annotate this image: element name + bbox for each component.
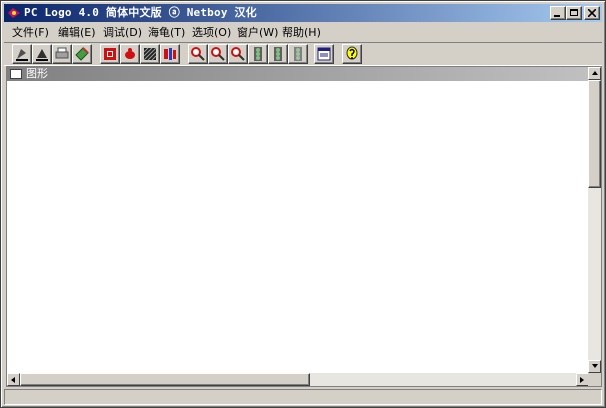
menu-edit[interactable]: 编辑(E) (56, 25, 98, 41)
status-bar (4, 389, 602, 405)
arrow-up-icon (592, 71, 598, 75)
horizontal-scrollbar[interactable] (7, 373, 589, 386)
zoom-in-button[interactable] (188, 44, 208, 64)
traffic-light-step-icon (274, 47, 282, 61)
turtle-button[interactable] (120, 44, 140, 64)
zoom-reset-button[interactable] (228, 44, 248, 64)
stop-button[interactable] (100, 44, 120, 64)
traffic-light-step-button[interactable] (268, 44, 288, 64)
scroll-down-button[interactable] (588, 360, 601, 373)
menu-options[interactable]: 选项(O) (190, 25, 233, 41)
pattern-button[interactable] (140, 44, 160, 64)
traffic-light-icon (254, 47, 262, 61)
stop-icon (104, 48, 116, 60)
save-icon (36, 49, 48, 61)
graphics-window-icon (10, 69, 22, 79)
toolbar (4, 42, 602, 66)
menu-turtle[interactable]: 海龟(T) (146, 25, 187, 41)
menu-help[interactable]: 帮助(H) (280, 25, 323, 41)
scroll-up-button[interactable] (588, 67, 601, 80)
scroll-left-button[interactable] (7, 373, 20, 386)
zoom-out-icon (211, 47, 225, 61)
vertical-scroll-thumb[interactable] (588, 80, 601, 188)
arrow-right-icon (580, 377, 584, 383)
traffic-light-button[interactable] (248, 44, 268, 64)
turtle-icon (125, 48, 135, 59)
traffic-light-off-icon (294, 47, 302, 61)
maximize-icon (570, 9, 578, 16)
horizontal-scroll-thumb[interactable] (20, 373, 310, 386)
minimize-button[interactable] (550, 6, 566, 20)
window-icon (317, 47, 331, 61)
menu-file[interactable]: 文件(F) (10, 25, 51, 41)
zoom-reset-icon (231, 47, 245, 61)
menu-debug[interactable]: 调试(D) (101, 25, 144, 41)
zoom-in-icon (191, 47, 205, 61)
arrow-down-icon (592, 364, 598, 368)
window-title: PC Logo 4.0 简体中文版 ⓐ Netboy 汉化 (24, 6, 257, 19)
graphics-window-title: 图形 (26, 67, 48, 80)
close-icon (588, 9, 596, 17)
scrollbar-corner (588, 373, 601, 386)
turtle-color-button[interactable] (160, 44, 180, 64)
minimize-icon (554, 15, 560, 17)
pattern-icon (143, 47, 157, 61)
zoom-out-button[interactable] (208, 44, 228, 64)
open-button[interactable] (12, 44, 32, 64)
open-icon (16, 49, 28, 61)
print-button[interactable] (52, 44, 72, 64)
maximize-button[interactable] (566, 6, 582, 20)
turtle-app-icon (8, 8, 20, 18)
edit-icon (75, 47, 89, 61)
arrow-left-icon (11, 377, 15, 383)
vertical-scrollbar[interactable] (588, 67, 601, 373)
traffic-light-off-button[interactable] (288, 44, 308, 64)
app-window: PC Logo 4.0 简体中文版 ⓐ Netboy 汉化 文件(F) 编辑(E… (0, 0, 606, 408)
turtle-color-icon (164, 48, 176, 60)
print-icon (55, 47, 69, 59)
window-button[interactable] (314, 44, 334, 64)
help-button[interactable] (342, 44, 362, 64)
help-icon (346, 46, 358, 60)
menu-bar: 文件(F) 编辑(E) 调试(D) 海龟(T) 选项(O) 窗户(W) 帮助(H… (4, 24, 602, 42)
graphics-window[interactable]: 图形 (6, 66, 602, 387)
close-button[interactable] (584, 6, 600, 20)
menu-window[interactable]: 窗户(W) (235, 25, 280, 41)
edit-button[interactable] (72, 44, 92, 64)
graphics-window-title-bar[interactable]: 图形 (7, 67, 589, 81)
save-button[interactable] (32, 44, 52, 64)
title-bar[interactable]: PC Logo 4.0 简体中文版 ⓐ Netboy 汉化 (4, 4, 602, 22)
